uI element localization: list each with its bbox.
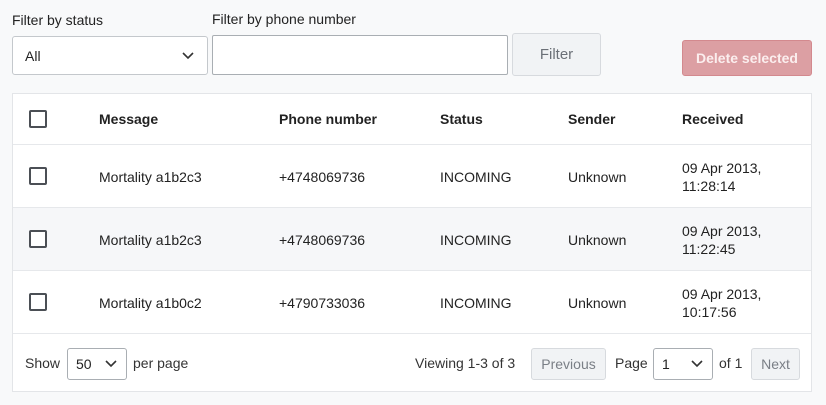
sms-messages-page: Filter by status All Filter by phone num… (0, 0, 826, 405)
per-page-select[interactable]: 50 (67, 348, 127, 380)
phone-cell: +4748069736 (279, 169, 366, 185)
status-filter-value: All (25, 47, 41, 64)
messages-table: Message Phone number Status Sender Recei… (12, 93, 812, 392)
select-all-checkbox[interactable] (29, 110, 47, 128)
message-cell: Mortality a1b2c3 (99, 169, 202, 185)
sender-cell: Unknown (568, 232, 627, 248)
received-cell: 09 Apr 2013, 10:17:56 (682, 285, 792, 321)
row-checkbox[interactable] (29, 293, 47, 311)
table-header-row: Message Phone number Status Sender Recei… (13, 94, 811, 145)
previous-page-button[interactable]: Previous (531, 348, 606, 380)
show-label: Show (25, 355, 61, 371)
received-time: 10:17:56 (682, 304, 737, 320)
received-date: 09 Apr 2013, (682, 160, 762, 176)
filter-button[interactable]: Filter (512, 33, 601, 76)
status-cell: INCOMING (440, 295, 512, 311)
chevron-down-icon (105, 360, 117, 368)
chevron-down-icon (182, 51, 194, 59)
phone-cell: +4748069736 (279, 232, 366, 248)
column-header-received: Received (682, 111, 744, 127)
sender-cell: Unknown (568, 295, 627, 311)
status-cell: INCOMING (440, 232, 512, 248)
sender-cell: Unknown (568, 169, 627, 185)
phone-cell: +4790733036 (279, 295, 366, 311)
delete-selected-button[interactable]: Delete selected (682, 40, 812, 76)
chevron-down-icon (691, 360, 703, 368)
column-header-status: Status (440, 111, 483, 127)
column-header-phone: Phone number (279, 111, 378, 127)
row-checkbox[interactable] (29, 230, 47, 248)
status-cell: INCOMING (440, 169, 512, 185)
row-checkbox[interactable] (29, 167, 47, 185)
page-value: 1 (662, 356, 670, 372)
per-page-value: 50 (76, 356, 92, 372)
per-page-label: per page (133, 355, 189, 371)
next-page-button[interactable]: Next (751, 348, 800, 380)
received-date: 09 Apr 2013, (682, 223, 762, 239)
pagination-bar: Show 50 per page Viewing 1-3 of 3 Previo… (13, 334, 811, 392)
status-filter-select[interactable]: All (12, 36, 208, 75)
viewing-count: Viewing 1-3 of 3 (415, 355, 516, 371)
page-select[interactable]: 1 (653, 348, 713, 380)
phone-filter-input[interactable] (212, 35, 508, 75)
page-label: Page (615, 355, 648, 371)
message-cell: Mortality a1b2c3 (99, 232, 202, 248)
table-row: Mortality a1b2c3 +4748069736 INCOMING Un… (13, 145, 811, 208)
column-header-message: Message (99, 111, 159, 127)
table-row: Mortality a1b0c2 +4790733036 INCOMING Un… (13, 271, 811, 334)
column-header-sender: Sender (568, 111, 616, 127)
received-time: 11:22:45 (682, 241, 736, 257)
total-pages-label: of 1 (719, 355, 743, 371)
received-cell: 09 Apr 2013, 11:28:14 (682, 159, 792, 195)
table-row: Mortality a1b2c3 +4748069736 INCOMING Un… (13, 208, 811, 271)
received-cell: 09 Apr 2013, 11:22:45 (682, 222, 792, 258)
message-cell: Mortality a1b0c2 (99, 295, 202, 311)
received-date: 09 Apr 2013, (682, 286, 762, 302)
received-time: 11:28:14 (682, 178, 736, 194)
phone-filter-label: Filter by phone number (212, 11, 356, 27)
status-filter-label: Filter by status (12, 12, 104, 28)
